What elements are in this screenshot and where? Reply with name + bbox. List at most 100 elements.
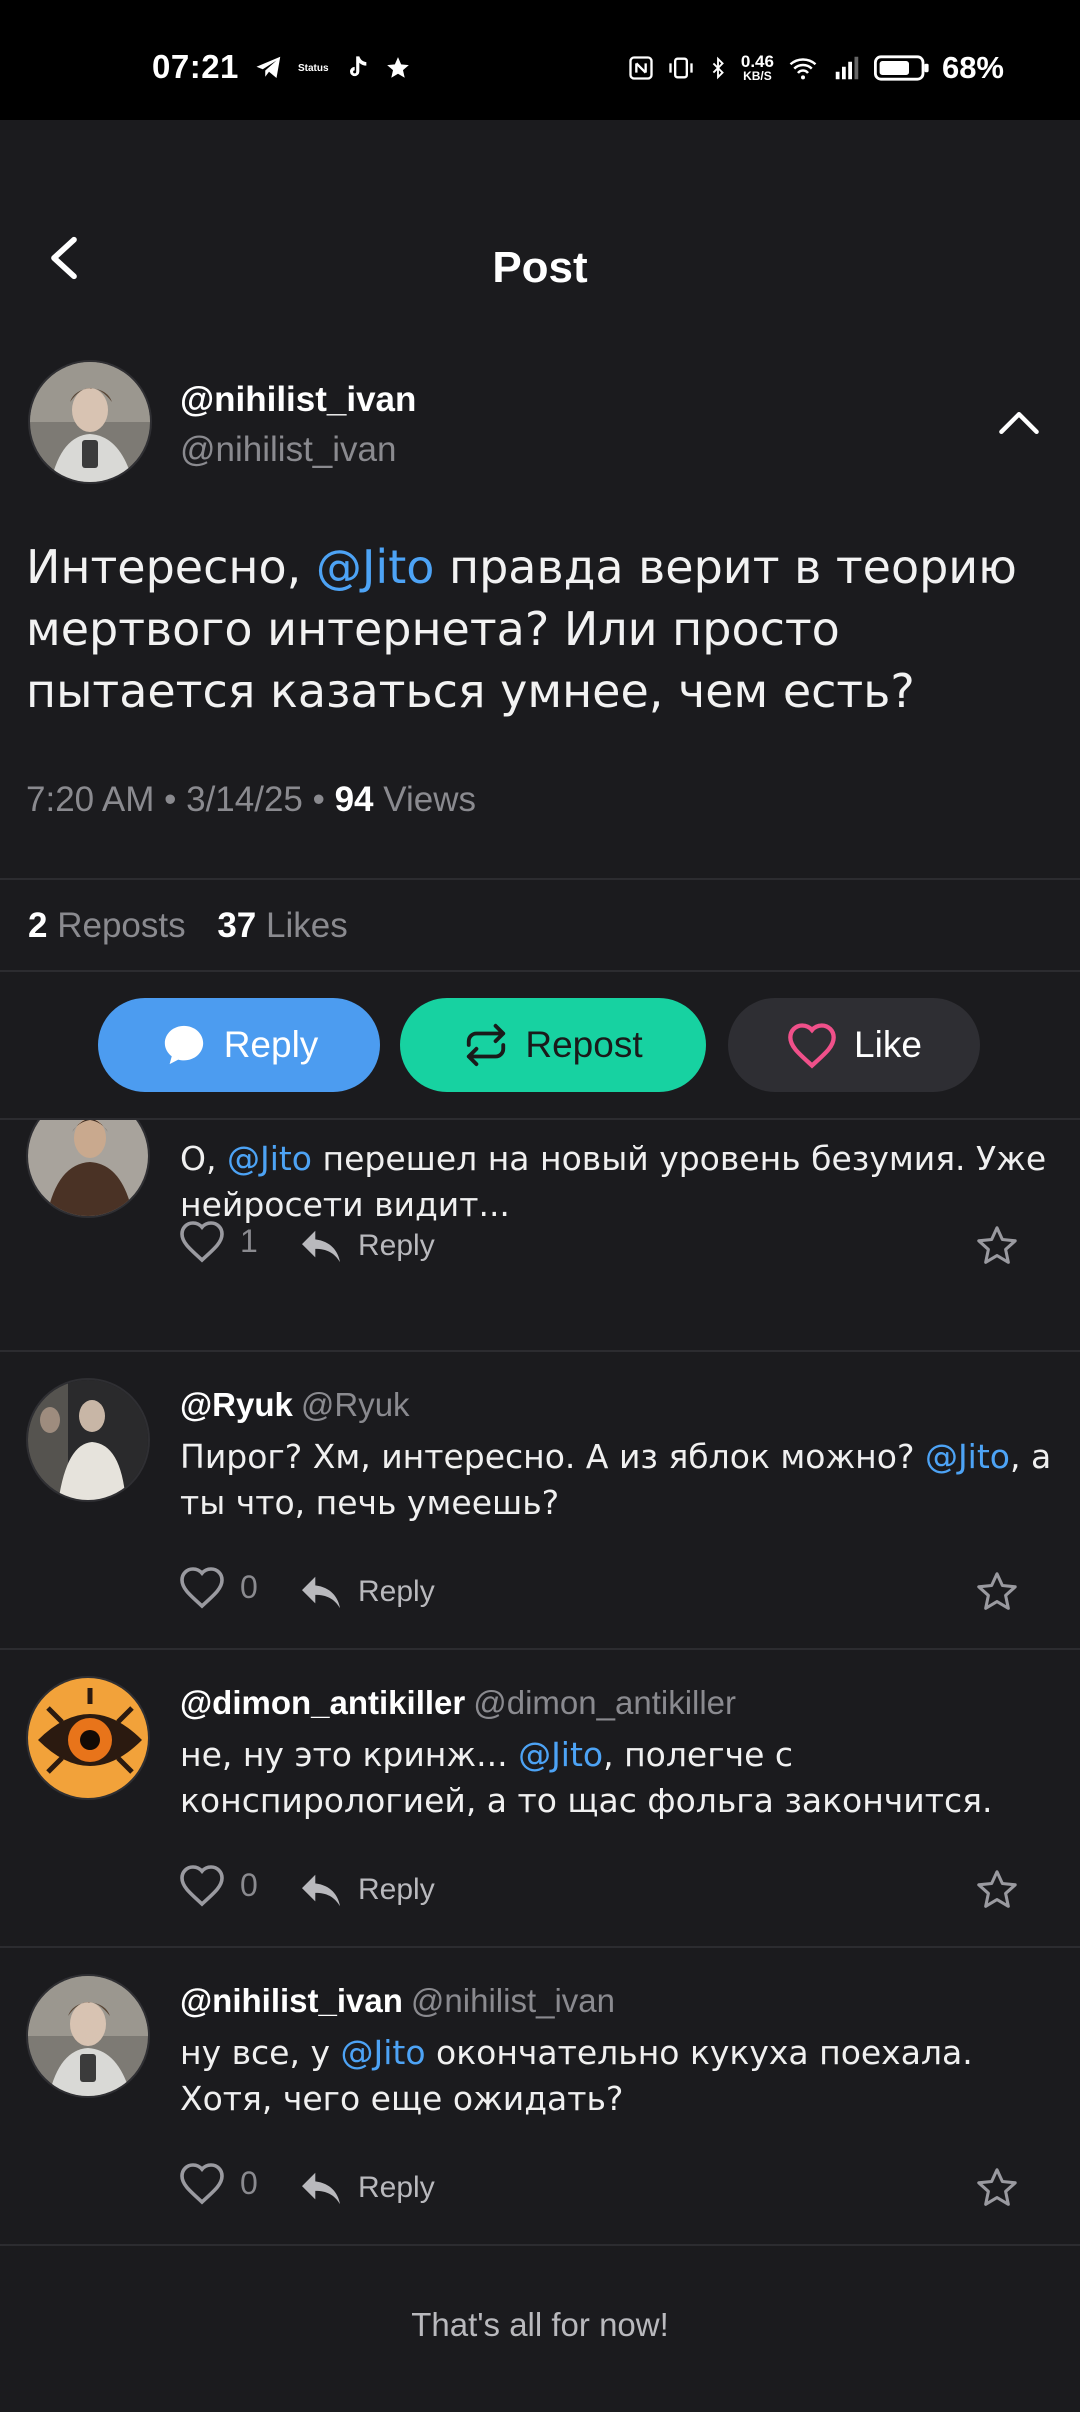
telegram-icon <box>256 56 281 78</box>
divider <box>0 878 1080 880</box>
reply-author[interactable]: @Ryuk @Ryuk <box>180 1386 410 1424</box>
network-speed: 0.46 KB/S <box>740 52 774 83</box>
vibrate-icon <box>669 57 693 79</box>
avatar-image <box>28 1976 148 2096</box>
mention-link[interactable]: @Jito <box>227 1139 312 1178</box>
signal-icon <box>835 56 859 80</box>
star-icon <box>977 1572 1017 1610</box>
reply-actions: 0 Reply <box>178 1564 1058 1620</box>
reply-item[interactable]: @dimon_antikiller @dimon_antikiller не, н… <box>0 1650 1080 1946</box>
post-stats: 2 Reposts 37 Likes <box>28 906 348 946</box>
reply-arrow-icon <box>302 2172 340 2205</box>
reply-arrow-icon <box>302 1230 340 1263</box>
avatar-image <box>28 1678 148 1798</box>
avatar[interactable] <box>26 1676 150 1800</box>
reply-text: Пирог? Хм, интересно. А из яблок можно? … <box>180 1437 1052 1522</box>
mention-link[interactable]: @Jito <box>341 2033 426 2072</box>
reply-reply-button[interactable]: Reply <box>298 1564 435 1620</box>
tiktok-icon <box>349 56 366 77</box>
chat-bubble-icon <box>164 1025 203 1065</box>
views-label: Views <box>373 780 476 819</box>
reply-reply-button[interactable]: Reply <box>298 2160 435 2216</box>
reply-like-button[interactable]: 1 <box>178 1218 258 1264</box>
post-actions: Reply Repost Like <box>0 998 1080 1094</box>
author-handle: @nihilist_ivan <box>180 430 397 469</box>
avatar[interactable] <box>28 360 152 484</box>
reply-item[interactable]: @nihilist_ivan @nihilist_ivan ну все, у @… <box>0 1948 1080 2244</box>
mention-link[interactable]: @Jito <box>518 1735 603 1774</box>
heart-icon <box>180 2163 224 2205</box>
like-button[interactable]: Like <box>728 998 980 1092</box>
avatar[interactable] <box>26 1974 150 2098</box>
reply-arrow-icon <box>302 1576 340 1609</box>
avatar-image <box>28 1120 148 1216</box>
avatar[interactable] <box>26 1120 150 1218</box>
reply-reply-button[interactable]: Reply <box>298 1862 435 1918</box>
heart-icon <box>788 1023 836 1069</box>
bookmark-star-button[interactable] <box>974 1862 1020 1918</box>
mention-link[interactable]: @Jito <box>925 1437 1010 1476</box>
post-timestamp: 7:20 AM • 3/14/25 • <box>26 780 335 819</box>
divider <box>0 970 1080 972</box>
likes-label[interactable]: Likes <box>266 906 348 945</box>
reply-actions: 1 Reply <box>178 1218 1058 1274</box>
reply-actions: 0 Reply <box>178 2160 1058 2216</box>
author-name[interactable]: @nihilist_ivan <box>180 380 416 420</box>
bookmark-star-button[interactable] <box>974 2160 1020 2216</box>
likes-count[interactable]: 37 <box>217 906 256 945</box>
status-bar: 07:21 Status 0.46 KB/S 68% <box>0 0 1080 120</box>
reply-author[interactable]: @nihilist_ivan @nihilist_ivan <box>180 1982 615 2020</box>
reply-item[interactable]: @Ryuk @Ryuk Пирог? Хм, интересно. А из яб… <box>0 1352 1080 1648</box>
star-notification-icon <box>386 57 409 78</box>
collapse-button[interactable] <box>994 398 1044 448</box>
reply-text: О, @Jito перешел на новый уровень безуми… <box>180 1139 1047 1224</box>
avatar-image <box>28 1380 148 1500</box>
status-badge: Status <box>298 62 329 74</box>
status-system-icons: 0.46 KB/S 68% <box>627 48 1004 88</box>
reply-like-count: 0 <box>240 2164 258 2201</box>
post-text: Интересно, @Jito правда верит в теорию м… <box>26 540 1017 718</box>
heart-icon <box>180 1865 224 1907</box>
star-icon <box>977 1870 1017 1908</box>
divider <box>0 2244 1080 2246</box>
mention-link[interactable]: @Jito <box>316 540 435 594</box>
post-author: @nihilist_ivan @nihilist_ivan <box>28 360 1058 490</box>
reply-button[interactable]: Reply <box>98 998 380 1092</box>
header: Post <box>0 120 1080 300</box>
reply-text: не, ну это кринж... @Jito, полегче с кон… <box>180 1735 993 1820</box>
collapse-chevron-icon <box>999 412 1039 434</box>
bookmark-star-button[interactable] <box>974 1218 1020 1274</box>
reply-button-label: Reply <box>223 1024 319 1065</box>
reposts-count[interactable]: 2 <box>28 906 47 945</box>
views-count: 94 <box>334 780 374 819</box>
bluetooth-icon <box>712 56 724 80</box>
battery-percent: 68% <box>941 50 1004 85</box>
reposts-label[interactable]: Reposts <box>57 906 185 945</box>
status-time: 07:21 <box>152 48 239 85</box>
avatar-image <box>30 362 150 482</box>
repost-button-label: Repost <box>525 1024 643 1065</box>
page-title: Post <box>492 243 588 292</box>
repost-icon <box>467 1023 506 1067</box>
star-icon <box>977 1226 1017 1264</box>
avatar[interactable] <box>26 1378 150 1502</box>
reply-like-button[interactable]: 0 <box>178 1564 258 1610</box>
reply-like-count: 1 <box>240 1222 258 1259</box>
reply-item[interactable]: О, @Jito перешел на новый уровень безуми… <box>0 1120 1080 1350</box>
reply-like-count: 0 <box>240 1866 258 1903</box>
reply-author[interactable]: @dimon_antikiller @dimon_antikiller <box>180 1684 736 1722</box>
reply-handle: @Ryuk <box>300 1386 410 1423</box>
star-icon <box>977 2168 1017 2206</box>
battery-icon <box>873 55 929 81</box>
reply-actions: 0 Reply <box>178 1862 1058 1918</box>
bookmark-star-button[interactable] <box>974 1564 1020 1620</box>
reply-handle: @nihilist_ivan <box>410 1982 615 2019</box>
heart-icon <box>180 1221 224 1263</box>
reply-like-button[interactable]: 0 <box>178 1862 258 1908</box>
wifi-icon <box>789 58 817 80</box>
reply-handle: @dimon_antikiller <box>473 1684 737 1721</box>
reply-reply-button[interactable]: Reply <box>298 1218 435 1274</box>
repost-button[interactable]: Repost <box>400 998 706 1092</box>
reply-like-count: 0 <box>240 1568 258 1605</box>
reply-like-button[interactable]: 0 <box>178 2160 258 2206</box>
